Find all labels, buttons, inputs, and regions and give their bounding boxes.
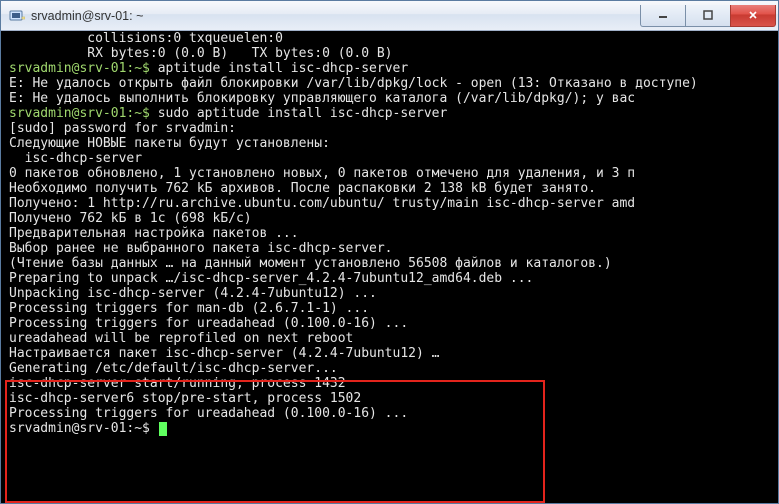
terminal-line: collisions:0 txqueuelen:0 <box>9 31 778 46</box>
terminal-line: E: Не удалось открыть файл блокировки /v… <box>9 76 778 91</box>
terminal-line: Processing triggers for ureadahead (0.10… <box>9 406 778 421</box>
shell-command: sudo aptitude install isc-dhcp-server <box>158 106 448 121</box>
terminal-line: Получено: 1 http://ru.archive.ubuntu.com… <box>9 196 778 211</box>
terminal-line: Unpacking isc-dhcp-server (4.2.4-7ubuntu… <box>9 286 778 301</box>
terminal-line: srvadmin@srv-01:~$ sudo aptitude install… <box>9 106 778 121</box>
terminal-line: [sudo] password for srvadmin: <box>9 121 778 136</box>
close-button[interactable] <box>730 5 776 27</box>
cursor <box>159 422 167 436</box>
terminal-line: (Чтение базы данных … на данный момент у… <box>9 256 778 271</box>
shell-prompt: srvadmin@srv-01:~$ <box>9 61 158 76</box>
titlebar[interactable]: srvadmin@srv-01: ~ <box>1 1 778 31</box>
window-title: srvadmin@srv-01: ~ <box>31 9 641 23</box>
terminal-line: Preparing to unpack …/isc-dhcp-server_4.… <box>9 271 778 286</box>
shell-command: aptitude install isc-dhcp-server <box>158 61 408 76</box>
terminal-line: Generating /etc/default/isc-dhcp-server.… <box>9 361 778 376</box>
terminal-line: isc-dhcp-server6 stop/pre-start, process… <box>9 391 778 406</box>
terminal-line: Выбор ранее не выбранного пакета isc-dhc… <box>9 241 778 256</box>
terminal-line: ureadahead will be reprofiled on next re… <box>9 331 778 346</box>
putty-icon <box>9 8 25 24</box>
terminal-line: Получено 762 kБ в 1с (698 kБ/c) <box>9 211 778 226</box>
maximize-button[interactable] <box>685 5 731 27</box>
terminal-line: Следующие НОВЫЕ пакеты будут установлены… <box>9 136 778 151</box>
terminal-area[interactable]: collisions:0 txqueuelen:0 RX bytes:0 (0.… <box>1 31 778 503</box>
shell-prompt: srvadmin@srv-01:~$ <box>9 106 158 121</box>
terminal-line: E: Не удалось выполнить блокировку управ… <box>9 91 778 106</box>
terminal-line: srvadmin@srv-01:~$ aptitude install isc-… <box>9 61 778 76</box>
terminal-line: Processing triggers for ureadahead (0.10… <box>9 316 778 331</box>
terminal-line: Необходимо получить 762 kБ архивов. Посл… <box>9 181 778 196</box>
terminal-line: RX bytes:0 (0.0 B) TX bytes:0 (0.0 B) <box>9 46 778 61</box>
terminal-line: Предварительная настройка пакетов ... <box>9 226 778 241</box>
terminal-line: Processing triggers for man-db (2.6.7.1-… <box>9 301 778 316</box>
terminal-line: srvadmin@srv-01:~$ <box>9 421 778 436</box>
window-controls <box>641 5 776 27</box>
terminal-window: srvadmin@srv-01: ~ collisions:0 txqueuel… <box>0 0 779 504</box>
shell-prompt: srvadmin@srv-01:~$ <box>9 421 158 436</box>
minimize-button[interactable] <box>640 5 686 27</box>
terminal-line: isc-dhcp-server start/running, process 1… <box>9 376 778 391</box>
terminal-line: 0 пакетов обновлено, 1 установлено новых… <box>9 166 778 181</box>
terminal-line: isc-dhcp-server <box>9 151 778 166</box>
terminal-line: Настраивается пакет isc-dhcp-server (4.2… <box>9 346 778 361</box>
